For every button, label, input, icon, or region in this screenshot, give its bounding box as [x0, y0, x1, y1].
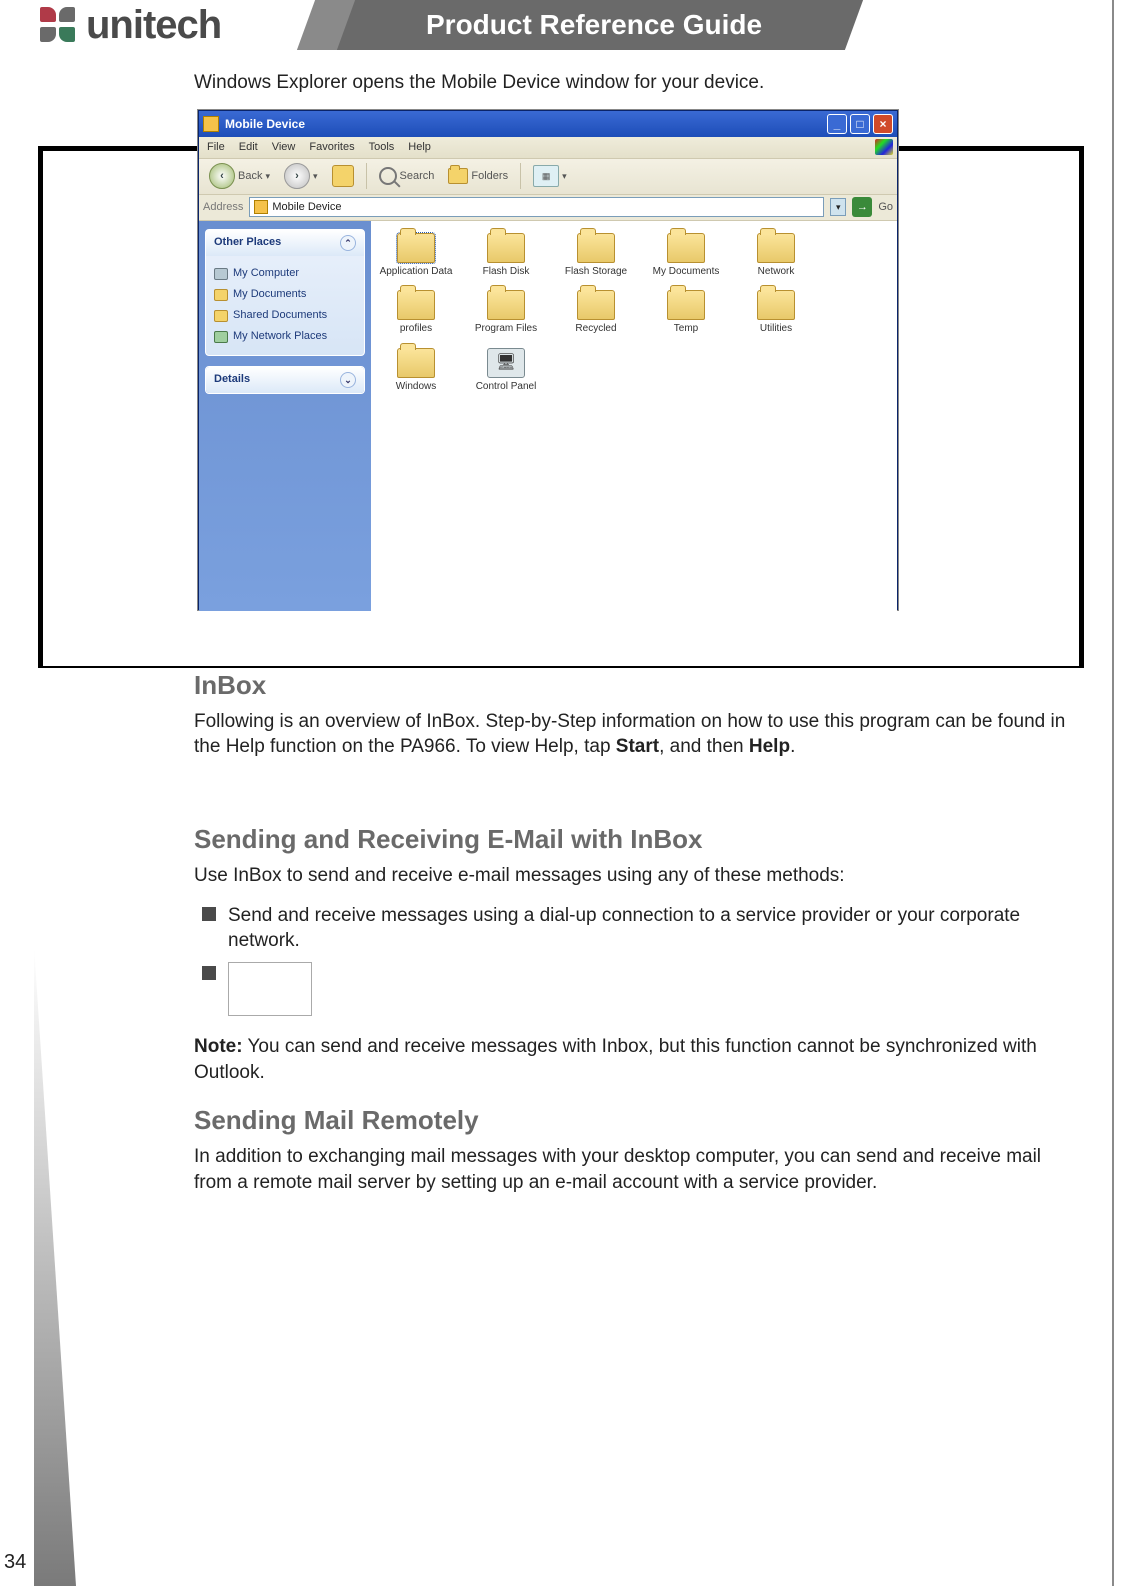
folder-icon	[487, 233, 525, 263]
folder-network[interactable]: Network	[739, 233, 813, 279]
menu-edit[interactable]: Edit	[239, 140, 258, 155]
explorer-window: Mobile Device _ □ × File Edit View Favor…	[198, 110, 898, 610]
page-content: Windows Explorer opens the Mobile Device…	[34, 50, 1112, 1196]
views-icon: ▦	[533, 165, 559, 187]
sidepane-link-mycomputer[interactable]: My Computer	[214, 265, 356, 283]
folder-icon	[397, 233, 435, 263]
bullet-icon	[202, 907, 216, 921]
forward-button[interactable]: ›▾	[280, 161, 322, 191]
folder-icon	[577, 233, 615, 263]
page-frame: unitech Product Reference Guide Windows …	[34, 0, 1114, 1586]
header-title: Product Reference Guide	[426, 9, 762, 41]
window-icon	[203, 116, 219, 132]
window-title: Mobile Device	[225, 116, 305, 132]
titlebar[interactable]: Mobile Device _ □ ×	[199, 111, 897, 137]
address-dropdown[interactable]: ▾	[830, 198, 846, 216]
minimize-button[interactable]: _	[827, 114, 847, 134]
details-title: Details	[214, 372, 250, 387]
go-label: Go	[878, 200, 893, 215]
folder-windows[interactable]: Windows	[379, 348, 453, 394]
brand-name: unitech	[86, 3, 221, 48]
search-icon	[379, 167, 397, 185]
menu-view[interactable]: View	[272, 140, 296, 155]
placeholder-image	[228, 962, 312, 1016]
address-label: Address	[203, 200, 243, 215]
folder-recycled[interactable]: Recycled	[559, 290, 633, 336]
sidepane-link-network[interactable]: My Network Places	[214, 328, 356, 346]
folder-icon	[667, 290, 705, 320]
address-bar: Address Mobile Device ▾ → Go	[199, 195, 897, 221]
collapse-icon[interactable]: ⌃	[340, 235, 356, 251]
menubar: File Edit View Favorites Tools Help	[199, 137, 897, 159]
folder-my-documents[interactable]: My Documents	[649, 233, 723, 279]
sendrecv-intro: Use InBox to send and receive e-mail mes…	[194, 863, 1072, 889]
bullet-1: Send and receive messages using a dial-u…	[202, 903, 1072, 954]
folder-icon	[214, 310, 228, 322]
details-card: Details ⌄	[205, 366, 365, 394]
views-button[interactable]: ▦▾	[529, 163, 571, 189]
windows-flag-icon	[875, 139, 893, 155]
menu-tools[interactable]: Tools	[369, 140, 395, 155]
menu-file[interactable]: File	[207, 140, 225, 155]
intro-text: Windows Explorer opens the Mobile Device…	[194, 70, 1072, 96]
folder-icon	[757, 290, 795, 320]
remote-body: In addition to exchanging mail messages …	[194, 1144, 1072, 1195]
bullet-icon	[202, 966, 216, 980]
section-inbox-title: InBox	[194, 668, 1072, 703]
expand-icon[interactable]: ⌄	[340, 372, 356, 388]
address-icon	[254, 200, 268, 214]
folder-temp[interactable]: Temp	[649, 290, 723, 336]
other-places-card: Other Places ⌃ My Computer My Documents S…	[205, 229, 365, 356]
inbox-body: Following is an overview of InBox. Step-…	[194, 709, 1072, 760]
brand-logo: unitech	[40, 3, 221, 48]
folder-application-data[interactable]: Application Data	[379, 233, 453, 279]
go-button[interactable]: →	[852, 197, 872, 217]
search-button[interactable]: Search	[375, 165, 439, 187]
menu-favorites[interactable]: Favorites	[309, 140, 354, 155]
folder-icon	[667, 233, 705, 263]
close-button[interactable]: ×	[873, 114, 893, 134]
folder-icon	[448, 168, 468, 184]
address-value: Mobile Device	[272, 200, 341, 215]
control-panel[interactable]: 🖥Control Panel	[469, 348, 543, 394]
folder-icon	[397, 348, 435, 378]
folder-profiles[interactable]: profiles	[379, 290, 453, 336]
folder-up-icon	[332, 165, 354, 187]
up-button[interactable]	[328, 163, 358, 189]
computer-icon	[214, 268, 228, 280]
side-pane: Other Places ⌃ My Computer My Documents S…	[199, 221, 371, 611]
control-panel-icon: 🖥	[487, 348, 525, 378]
note-text: Note: You can send and receive messages …	[194, 1034, 1072, 1085]
section-remote-title: Sending Mail Remotely	[194, 1103, 1072, 1138]
sidepane-link-mydocs[interactable]: My Documents	[214, 286, 356, 304]
folder-icon	[487, 290, 525, 320]
explorer-body: Other Places ⌃ My Computer My Documents S…	[199, 221, 897, 611]
folder-icon	[577, 290, 615, 320]
back-button[interactable]: ‹Back▾	[205, 161, 274, 191]
screenshot-container: Mobile Device _ □ × File Edit View Favor…	[156, 110, 1072, 610]
folder-icon	[214, 289, 228, 301]
brand-logo-icon	[40, 7, 80, 43]
folders-button[interactable]: Folders	[444, 166, 512, 186]
sidepane-link-shared[interactable]: Shared Documents	[214, 307, 356, 325]
file-area: Application Data Flash Disk Flash Storag…	[371, 221, 897, 611]
folder-program-files[interactable]: Program Files	[469, 290, 543, 336]
section-sendrecv-title: Sending and Receiving E-Mail with InBox	[194, 822, 1072, 857]
folder-icon	[757, 233, 795, 263]
folder-flash-storage[interactable]: Flash Storage	[559, 233, 633, 279]
address-field[interactable]: Mobile Device	[249, 197, 824, 217]
header-title-tab: Product Reference Guide	[325, 0, 863, 50]
bullet-2	[202, 962, 1072, 1016]
menu-help[interactable]: Help	[408, 140, 431, 155]
network-icon	[214, 331, 228, 343]
folder-flash-disk[interactable]: Flash Disk	[469, 233, 543, 279]
folder-icon	[397, 290, 435, 320]
page-number: 34	[4, 1551, 26, 1574]
other-places-title: Other Places	[214, 235, 281, 250]
bullet-1-text: Send and receive messages using a dial-u…	[228, 903, 1072, 954]
maximize-button[interactable]: □	[850, 114, 870, 134]
page-header: unitech Product Reference Guide	[34, 0, 1112, 50]
toolbar: ‹Back▾ ›▾ Search Folders ▦▾	[199, 159, 897, 195]
folder-utilities[interactable]: Utilities	[739, 290, 813, 336]
